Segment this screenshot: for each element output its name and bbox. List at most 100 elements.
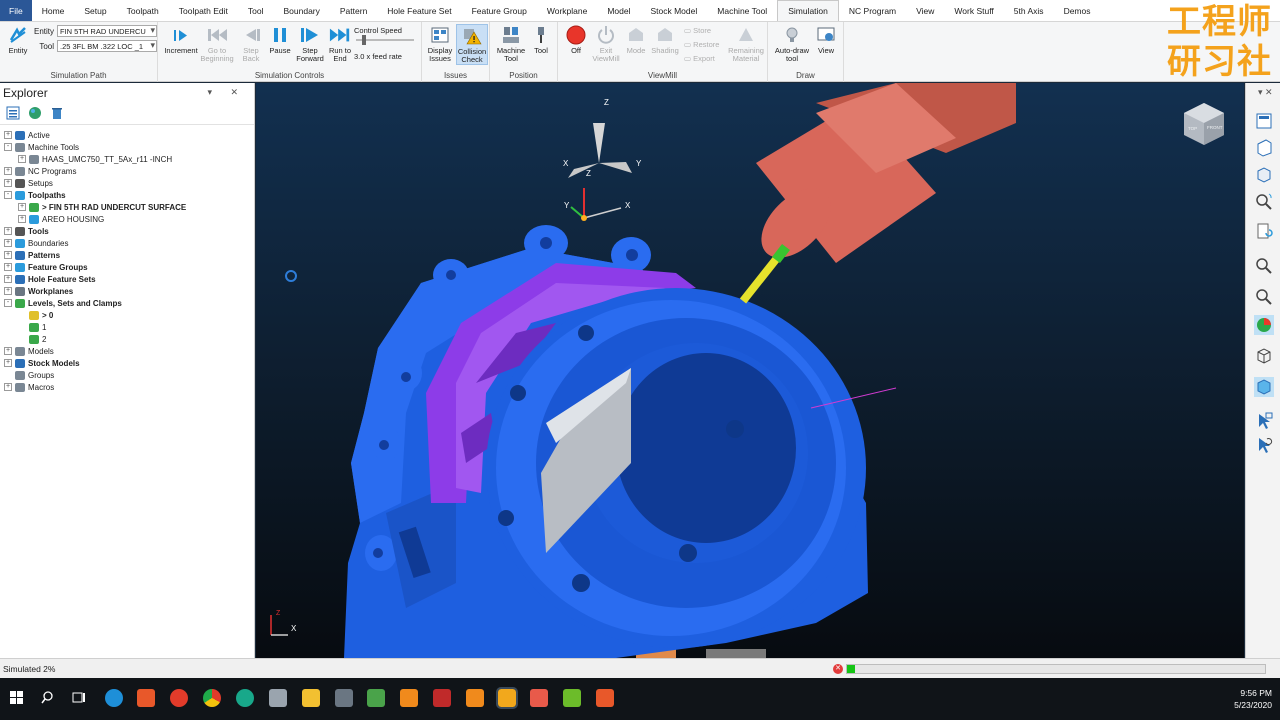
view-cube-icon[interactable] [1254,165,1274,185]
expand-icon[interactable]: + [4,251,12,259]
explorer-node[interactable]: + Stock Models [0,357,254,369]
vivaldi-icon[interactable] [170,689,188,707]
tab-setup[interactable]: Setup [74,0,116,21]
view-button[interactable]: View [812,24,840,55]
expand-icon[interactable]: + [18,215,26,223]
tab-5th-axis[interactable]: 5th Axis [1004,0,1054,21]
go-to-beginning-button[interactable]: Go to Beginning [198,24,236,63]
app-s-red-icon[interactable] [530,689,548,707]
tab-pattern[interactable]: Pattern [330,0,377,21]
auto-draw-tool-button[interactable]: Auto-draw tool [772,24,812,63]
explorer-node[interactable]: + Feature Groups [0,261,254,273]
select-cursor-icon[interactable] [1254,411,1274,431]
explorer-node[interactable]: + Hole Feature Sets [0,273,254,285]
chrome-icon[interactable] [203,689,221,707]
increment-button[interactable]: Increment [162,24,200,55]
shaded-view-icon[interactable] [1254,315,1274,335]
step-forward-button[interactable]: Step Forward [294,24,326,63]
explorer-node[interactable]: + Setups [0,177,254,189]
tab-stock-model[interactable]: Stock Model [640,0,707,21]
explorer-node[interactable]: 2 [0,333,254,345]
expand-icon[interactable]: + [4,275,12,283]
select-undo-icon[interactable] [1254,435,1274,455]
tool-position-button[interactable]: Tool [528,24,554,55]
export-button[interactable]: ▭ Export [684,54,715,63]
pause-button[interactable]: Pause [266,24,294,55]
featurecam-2-icon[interactable] [466,689,484,707]
explorer-tree-icon[interactable] [6,106,20,122]
skype-icon[interactable] [105,689,123,707]
explorer-node[interactable]: + Workplanes [0,285,254,297]
store-button[interactable]: ▭ Store [684,26,711,35]
explorer-node[interactable]: + Models [0,345,254,357]
view-top-icon[interactable] [1254,111,1274,131]
tab-tool[interactable]: Tool [238,0,274,21]
expand-icon[interactable]: + [18,155,26,163]
expand-icon[interactable]: + [4,167,12,175]
view-cube[interactable]: TOP FRONT [1184,103,1224,145]
expand-icon[interactable]: + [4,239,12,247]
collision-check-button[interactable]: Collision Check [456,24,488,65]
tab-view[interactable]: View [906,0,944,21]
expand-icon[interactable]: + [4,131,12,139]
solid-view-icon[interactable] [1254,377,1274,397]
entity-button[interactable]: Entity [4,24,32,55]
calculator-icon[interactable] [269,689,287,707]
machine-simulation-scene[interactable]: Z Y X Z Y X Z X TOP FRONT [256,83,1244,658]
zoom-rotate-icon[interactable] [1254,192,1274,212]
app-c-orange-icon[interactable] [596,689,614,707]
expand-icon[interactable]: + [4,383,12,391]
tab-simulation[interactable]: Simulation [777,0,839,21]
remaining-material-button[interactable]: Remaining Material [726,24,766,63]
stop-simulation-icon[interactable]: ✕ [833,664,843,674]
system-clock[interactable]: 9:56 PM 5/23/2020 [1234,687,1272,711]
wireframe-view-icon[interactable] [1254,346,1274,366]
tab-machine-tool[interactable]: Machine Tool [707,0,777,21]
explorer-node[interactable]: - Machine Tools [0,141,254,153]
tab-file[interactable]: File [0,0,32,21]
expand-icon[interactable]: + [4,179,12,187]
expand-icon[interactable]: + [4,227,12,235]
refresh-icon[interactable] [1254,221,1274,241]
step-back-button[interactable]: Step Back [236,24,266,63]
app-grey-icon[interactable] [335,689,353,707]
windows-start-icon[interactable] [10,691,23,704]
explorer-node[interactable]: - Toolpaths [0,189,254,201]
exit-viewmill-button[interactable]: Exit ViewMill [590,24,622,63]
explorer-node[interactable]: + Active [0,129,254,141]
expand-icon[interactable]: + [4,347,12,355]
tab-work-stuff[interactable]: Work Stuff [944,0,1003,21]
collapse-icon[interactable]: - [4,143,12,151]
explorer-node[interactable]: + Boundaries [0,237,254,249]
explorer-node[interactable]: + Tools [0,225,254,237]
tab-hole-feature-set[interactable]: Hole Feature Set [377,0,461,21]
featurecam-icon[interactable] [400,689,418,707]
task-view-icon[interactable] [72,691,86,704]
expand-icon[interactable]: + [4,263,12,271]
tab-workplane[interactable]: Workplane [537,0,597,21]
expand-icon[interactable]: + [18,203,26,211]
viewmill-off-button[interactable]: Off [562,24,590,55]
explorer-node[interactable]: + Patterns [0,249,254,261]
tab-nc-program[interactable]: NC Program [839,0,906,21]
globe-icon[interactable] [28,106,42,122]
display-issues-button[interactable]: Display Issues [424,24,456,63]
app-red-icon[interactable] [433,689,451,707]
machine-tool-position-button[interactable]: Machine Tool [494,24,528,63]
view-toolbar-controls[interactable]: ▾ ✕ [1258,87,1273,98]
tab-home[interactable]: Home [32,0,75,21]
tab-demos[interactable]: Demos [1054,0,1101,21]
zoom-box-icon[interactable] [1254,255,1274,275]
collapse-icon[interactable]: - [4,299,12,307]
tab-boundary[interactable]: Boundary [274,0,330,21]
collapse-icon[interactable]: - [4,191,12,199]
explorer-node[interactable]: 1 [0,321,254,333]
explorer-node[interactable]: - Levels, Sets and Clamps [0,297,254,309]
explorer-node[interactable]: + Macros [0,381,254,393]
expand-icon[interactable]: + [4,359,12,367]
viewmill-mode-button[interactable]: Mode [622,24,650,55]
tab-toolpath-edit[interactable]: Toolpath Edit [169,0,238,21]
speed-slider[interactable] [356,35,414,45]
viewmill-shading-button[interactable]: Shading [650,24,680,55]
expand-icon[interactable]: + [4,287,12,295]
